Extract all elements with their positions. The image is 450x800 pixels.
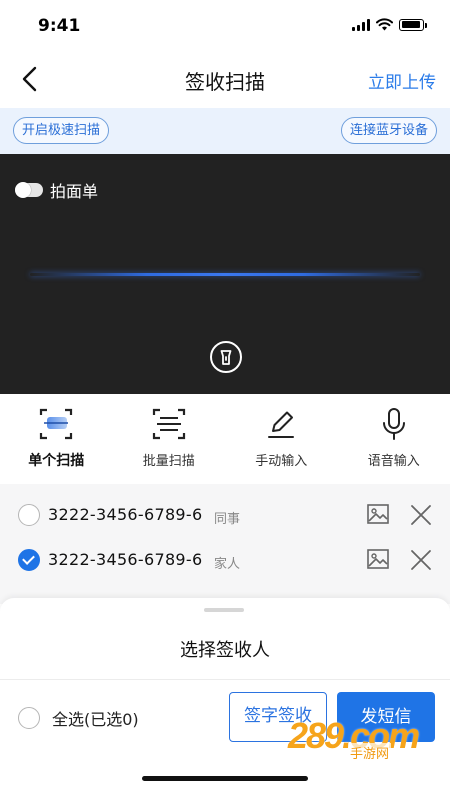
select-all[interactable]: 全选(已选0) [18, 706, 139, 730]
home-indicator [142, 776, 308, 781]
mode-batch-scan[interactable]: 批量扫描 [113, 394, 226, 484]
list-item: 3222-3456-6789-6 同事 [0, 494, 450, 540]
toggle-label: 拍面单 [50, 182, 99, 201]
close-icon[interactable] [408, 547, 434, 573]
nav-bar: 签收扫描 立即上传 [0, 50, 450, 108]
mode-label: 单个扫描 [28, 453, 85, 469]
sheet-drag-handle[interactable] [204, 608, 244, 612]
image-icon[interactable] [366, 547, 390, 571]
batch-scan-icon [152, 408, 185, 440]
select-recipient-sheet: 选择签收人 全选(已选0) 签字签收 发短信 [0, 598, 450, 800]
tracking-number: 3222-3456-6789-6 [48, 505, 203, 524]
recipient-tag: 家人 [214, 557, 241, 572]
toggle-switch[interactable] [15, 182, 43, 198]
status-bar: 9:41 [0, 0, 450, 50]
scanned-list: 3222-3456-6789-6 同事 3222-3456-6789-6 家人 [0, 484, 450, 604]
watermark-subtext: 手游网 [348, 743, 392, 762]
microphone-icon [382, 408, 405, 440]
select-all-label: 全选(已选0) [52, 710, 139, 729]
mode-manual-input[interactable]: 手动输入 [225, 394, 338, 484]
photo-waybill-toggle[interactable]: 拍面单 [15, 178, 98, 202]
item-checkbox[interactable] [18, 504, 40, 526]
flashlight-button[interactable] [210, 341, 242, 373]
scan-mode-bar: 单个扫描 批量扫描 手动输入 语音输入 [0, 394, 450, 484]
watermark-logo: 289.com 手游网 [288, 713, 430, 765]
mode-label: 手动输入 [255, 454, 308, 469]
divider [0, 679, 450, 680]
cellular-signal-icon [352, 18, 370, 31]
status-icons [352, 18, 427, 31]
mode-label: 批量扫描 [142, 454, 195, 469]
scan-line [30, 273, 420, 276]
flashlight-icon [220, 350, 232, 365]
battery-icon [399, 18, 427, 31]
pen-icon [268, 411, 295, 438]
select-all-checkbox[interactable] [18, 707, 40, 729]
recipient-tag: 同事 [214, 512, 241, 527]
list-item: 3222-3456-6789-6 家人 [0, 539, 450, 585]
upload-now-button[interactable]: 立即上传 [368, 68, 436, 93]
item-checkbox-checked[interactable] [18, 549, 40, 571]
single-scan-icon [40, 408, 73, 440]
mode-voice-input[interactable]: 语音输入 [338, 394, 450, 484]
fast-scan-button[interactable]: 开启极速扫描 [13, 117, 110, 144]
mode-label: 语音输入 [367, 454, 420, 469]
mode-single-scan[interactable]: 单个扫描 [0, 394, 113, 484]
tracking-number: 3222-3456-6789-6 [48, 550, 203, 569]
camera-viewfinder: 拍面单 [0, 154, 450, 394]
connect-bluetooth-button[interactable]: 连接蓝牙设备 [340, 117, 437, 144]
close-icon[interactable] [408, 502, 434, 528]
sheet-title: 选择签收人 [180, 640, 270, 661]
image-icon[interactable] [366, 502, 390, 526]
status-time: 9:41 [38, 16, 81, 36]
tool-strip: 开启极速扫描 连接蓝牙设备 [0, 108, 450, 154]
wifi-icon [376, 18, 393, 31]
